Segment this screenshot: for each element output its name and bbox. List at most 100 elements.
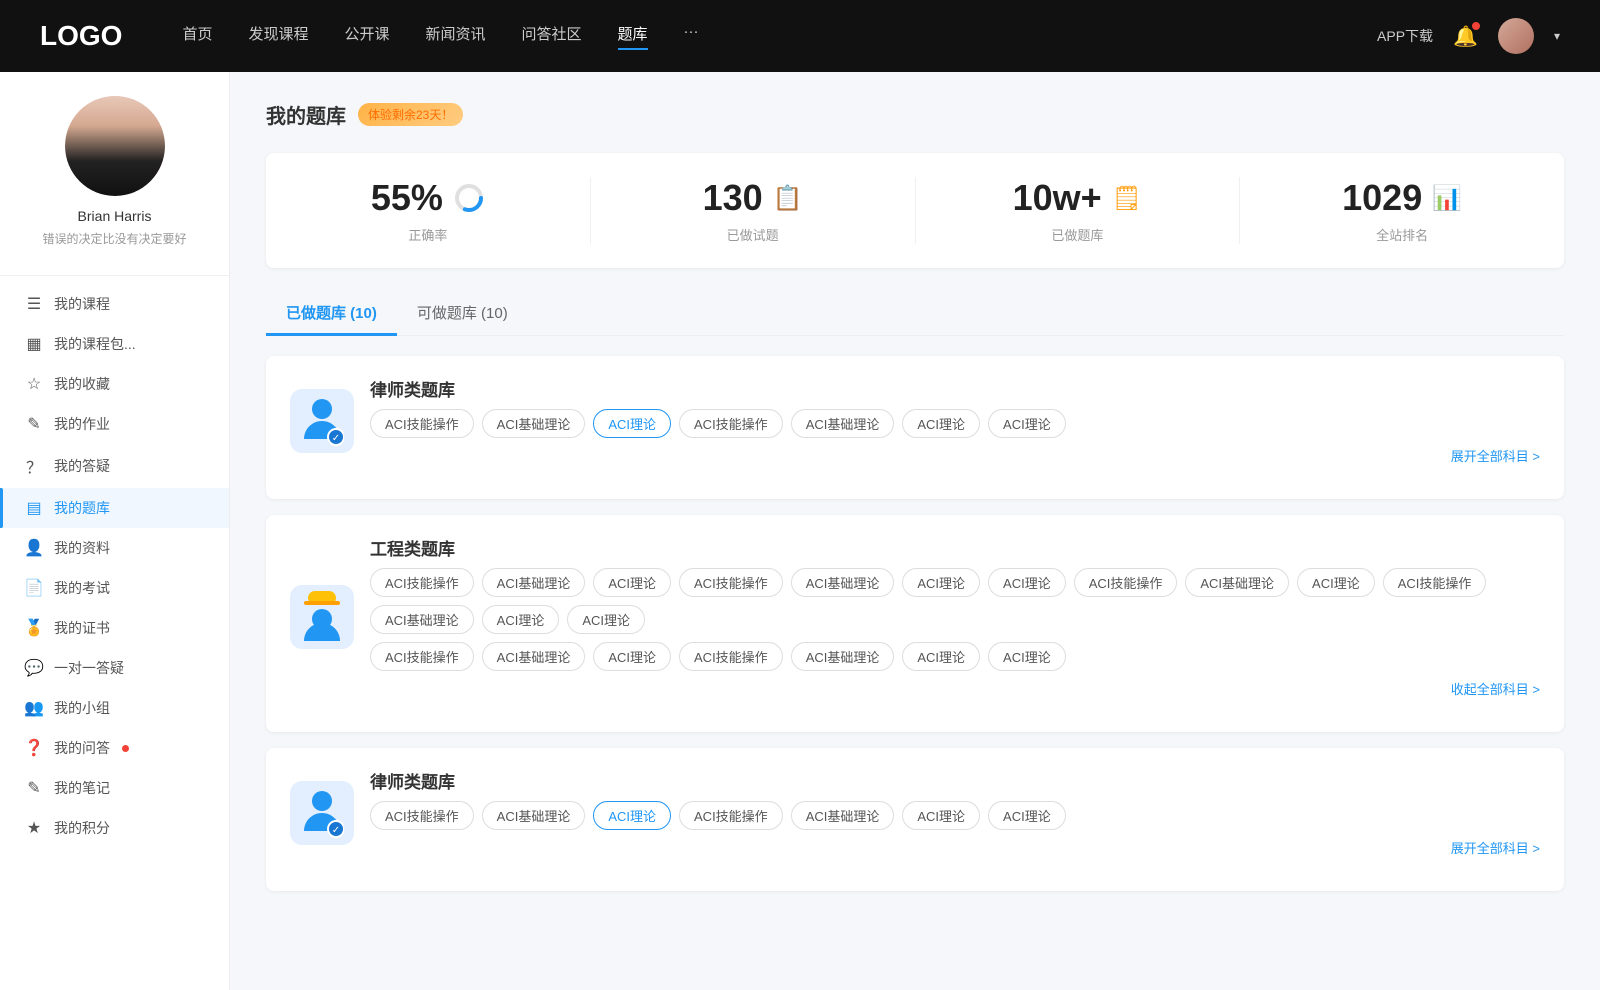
main-layout: Brian Harris 错误的决定比没有决定要好 ☰我的课程▦我的课程包...… (0, 72, 1600, 990)
sidebar-item-3[interactable]: ✎我的作业 (0, 404, 229, 444)
sidebar-item-8[interactable]: 🏅我的证书 (0, 608, 229, 648)
nav-link-5[interactable]: 题库 (618, 23, 648, 50)
bank-tag-2-4[interactable]: ACI基础理论 (791, 801, 895, 830)
bank-tag-1-5[interactable]: ACI理论 (902, 568, 980, 597)
nav-link-3[interactable]: 新闻资讯 (426, 23, 486, 50)
sidebar-item-1[interactable]: ▦我的课程包... (0, 324, 229, 364)
bank-tag-1-11[interactable]: ACI基础理论 (370, 605, 474, 634)
bank-tag-1-0[interactable]: ACI技能操作 (370, 568, 474, 597)
bank-tag-1-13[interactable]: ACI理论 (567, 605, 645, 634)
bank-tag-1-10[interactable]: ACI技能操作 (1383, 568, 1487, 597)
page-title: 我的题库 (266, 100, 346, 129)
bank-section-2: ✓ 律师类题库ACI技能操作ACI基础理论ACI理论ACI技能操作ACI基础理论… (266, 748, 1564, 891)
stat-value-banks: 10w+ (1013, 177, 1102, 219)
bank-tag2-1-5[interactable]: ACI理论 (902, 642, 980, 671)
svg-text:✓: ✓ (332, 433, 340, 444)
sidebar-label-6: 我的资料 (54, 538, 110, 558)
bank-tag-1-4[interactable]: ACI基础理论 (791, 568, 895, 597)
bank-icon-0: ✓ (290, 389, 354, 453)
bank-expand-1[interactable]: 收起全部科目 > (370, 679, 1540, 698)
bank-tag-1-7[interactable]: ACI技能操作 (1074, 568, 1178, 597)
bank-name-0: 律师类题库 (370, 376, 1540, 401)
bank-tag-0-3[interactable]: ACI技能操作 (679, 409, 783, 438)
rank-icon: 📊 (1432, 184, 1462, 213)
sidebar-label-12: 我的笔记 (54, 778, 110, 798)
stat-top-banks: 10w+ 🗒 (1013, 177, 1143, 219)
bank-tag-2-1[interactable]: ACI基础理论 (482, 801, 586, 830)
sidebar-item-10[interactable]: 👥我的小组 (0, 688, 229, 728)
sidebar-item-11[interactable]: ❓我的问答 (0, 728, 229, 768)
app-download-button[interactable]: APP下载 (1377, 26, 1433, 46)
sidebar-icon-12: ✎ (24, 778, 44, 798)
sidebar-item-2[interactable]: ☆我的收藏 (0, 364, 229, 404)
nav-link-4[interactable]: 问答社区 (522, 23, 582, 50)
stat-rank: 1029 📊 全站排名 (1240, 177, 1564, 244)
bank-tag-2-3[interactable]: ACI技能操作 (679, 801, 783, 830)
bank-tag-2-2[interactable]: ACI理论 (593, 801, 671, 830)
sidebar-icon-5: ▤ (24, 498, 44, 518)
bank-info-1: 工程类题库ACI技能操作ACI基础理论ACI理论ACI技能操作ACI基础理论AC… (370, 535, 1540, 698)
sidebar-item-6[interactable]: 👤 我的资料 (0, 528, 229, 568)
bank-tag-0-0[interactable]: ACI技能操作 (370, 409, 474, 438)
sidebar-icon-8: 🏅 (24, 618, 44, 638)
sidebar-label-7: 我的考试 (54, 578, 110, 598)
sidebar-icon-1: ▦ (24, 334, 44, 354)
stat-questions-done: 130 📋 已做试题 (591, 177, 916, 244)
bank-tag-1-6[interactable]: ACI理论 (988, 568, 1066, 597)
user-avatar[interactable] (1498, 18, 1534, 54)
bank-tag2-1-3[interactable]: ACI技能操作 (679, 642, 783, 671)
nav-link-6[interactable]: ··· (684, 23, 699, 50)
bank-tag-2-6[interactable]: ACI理论 (988, 801, 1066, 830)
bank-icon-2: ✓ (290, 781, 354, 845)
bank-tag2-1-2[interactable]: ACI理论 (593, 642, 671, 671)
sidebar-icon-13: ★ (24, 818, 44, 838)
sidebar-item-9[interactable]: 💬一对一答疑 (0, 648, 229, 688)
sidebar-item-5[interactable]: ▤我的题库 (0, 488, 229, 528)
bank-tag-2-0[interactable]: ACI技能操作 (370, 801, 474, 830)
sidebar-icon-6: 👤 (24, 538, 44, 558)
nav-logo: LOGO (40, 20, 122, 52)
nav-link-1[interactable]: 发现课程 (248, 23, 308, 50)
bank-tag-0-1[interactable]: ACI基础理论 (482, 409, 586, 438)
sidebar-item-12[interactable]: ✎ 我的笔记 (0, 768, 229, 808)
sidebar-item-0[interactable]: ☰我的课程 (0, 284, 229, 324)
notification-bell[interactable]: 🔔 (1453, 24, 1478, 49)
bank-tag-0-6[interactable]: ACI理论 (988, 409, 1066, 438)
questions-icon: 📋 (773, 184, 803, 213)
bank-tag2-1-0[interactable]: ACI技能操作 (370, 642, 474, 671)
sidebar: Brian Harris 错误的决定比没有决定要好 ☰我的课程▦我的课程包...… (0, 72, 230, 990)
bank-tag-0-5[interactable]: ACI理论 (902, 409, 980, 438)
bank-tag-0-2[interactable]: ACI理论 (593, 409, 671, 438)
bank-tag-1-8[interactable]: ACI基础理论 (1185, 568, 1289, 597)
sidebar-item-7[interactable]: 📄我的考试 (0, 568, 229, 608)
stat-top-rank: 1029 📊 (1342, 177, 1462, 219)
sidebar-icon-11: ❓ (24, 738, 44, 758)
main-content: 我的题库 体验剩余23天！ 55% 正确率 130 📋 (230, 72, 1600, 990)
bank-tag-1-2[interactable]: ACI理论 (593, 568, 671, 597)
bank-tag-1-12[interactable]: ACI理论 (482, 605, 560, 634)
trial-badge[interactable]: 体验剩余23天！ (358, 103, 463, 126)
sidebar-avatar (65, 96, 165, 196)
sidebar-label-2: 我的收藏 (54, 374, 110, 394)
sidebar-item-13[interactable]: ★我的积分 (0, 808, 229, 848)
tab-1[interactable]: 可做题库 (10) (397, 292, 528, 336)
bank-expand-0[interactable]: 展开全部科目 > (370, 446, 1540, 465)
bank-tag2-1-1[interactable]: ACI基础理论 (482, 642, 586, 671)
sidebar-label-10: 我的小组 (54, 698, 110, 718)
nav-link-0[interactable]: 首页 (182, 23, 212, 50)
sidebar-label-9: 一对一答疑 (54, 658, 124, 678)
bank-tag-1-1[interactable]: ACI基础理论 (482, 568, 586, 597)
bank-expand-2[interactable]: 展开全部科目 > (370, 838, 1540, 857)
bank-tag-1-3[interactable]: ACI技能操作 (679, 568, 783, 597)
nav-dropdown-arrow[interactable]: ▾ (1554, 29, 1560, 43)
sidebar-item-4[interactable]: ？我的答疑 (0, 444, 229, 488)
tab-0[interactable]: 已做题库 (10) (266, 292, 397, 336)
nav-link-2[interactable]: 公开课 (344, 23, 389, 50)
bank-tag2-1-6[interactable]: ACI理论 (988, 642, 1066, 671)
stat-banks-done: 10w+ 🗒 已做题库 (916, 177, 1241, 244)
bank-tag-0-4[interactable]: ACI基础理论 (791, 409, 895, 438)
sidebar-icon-0: ☰ (24, 294, 44, 314)
bank-tag-2-5[interactable]: ACI理论 (902, 801, 980, 830)
bank-tag-1-9[interactable]: ACI理论 (1297, 568, 1375, 597)
bank-tag2-1-4[interactable]: ACI基础理论 (791, 642, 895, 671)
